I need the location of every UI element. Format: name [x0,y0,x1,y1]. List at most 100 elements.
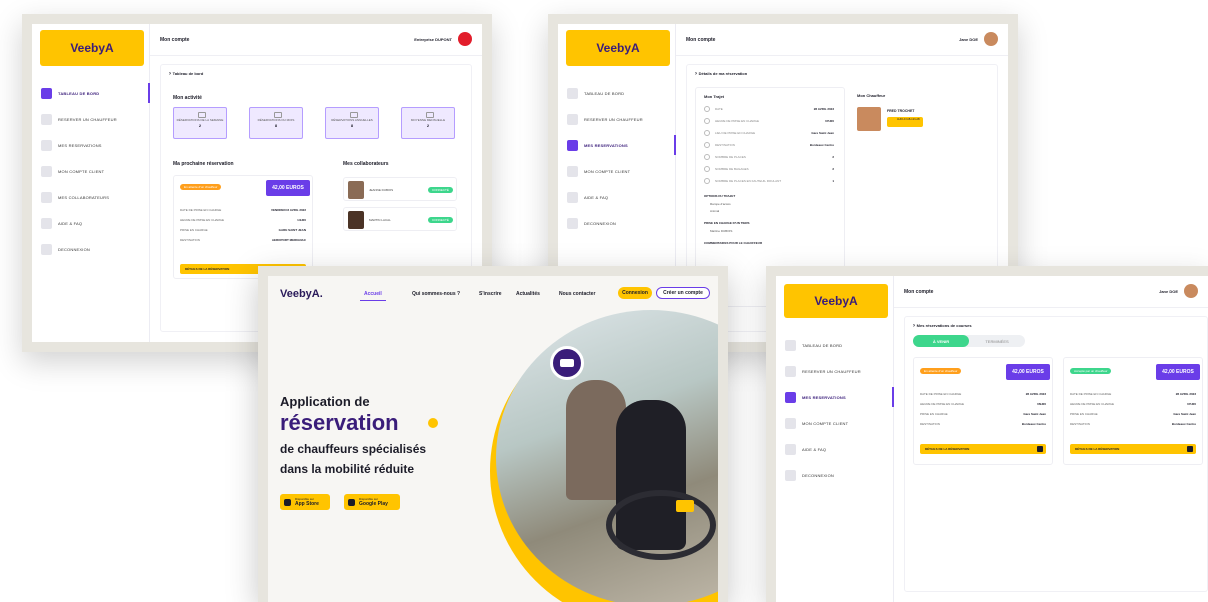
calendar-icon [567,139,578,151]
create-account-button[interactable]: Créer un compte [656,287,710,299]
pin-icon [704,130,710,136]
next-reservation-title: Ma prochaine réservation [173,161,234,167]
nav-signup[interactable]: S'inscrire [479,291,502,297]
logo[interactable]: VeebyA [784,284,888,318]
sidebar-item-book-driver[interactable]: RESERVER UN CHAUFFEUR [32,106,149,132]
driver-name: FRED TROCHET [887,109,915,113]
sidebar-item-dashboard[interactable]: TABLEAU DE BORD [558,80,675,106]
logout-icon [567,217,578,229]
page-title: Mon compte [160,37,190,43]
logo[interactable]: VeebyA. [280,288,323,300]
page-title: Mon compte [904,289,934,295]
user-icon [785,417,796,429]
collaborator-item[interactable]: MARTIN LACAL CONNECTÉ [343,207,457,231]
breadcrumb[interactable]: Tableau de bord [169,71,204,77]
sidebar-item-help[interactable]: AIDE & FAQ [558,184,675,210]
detail-row: PRISE EN CHARGE Gare Saint Jean [920,412,1046,416]
hero-line-2: réservation [280,410,399,435]
stat-average: MOYENNE MENSUELLE 2 [401,107,455,139]
driver-title: Mon Chauffeur [857,93,886,98]
user-icon [567,165,578,177]
sidebar-item-help[interactable]: AIDE & FAQ [32,210,149,236]
page-title: Mon compte [686,37,716,43]
avatar[interactable] [458,32,472,46]
login-button[interactable]: Connexion [618,287,652,299]
sidebar-item-reservations[interactable]: MES RESERVATIONS [558,132,676,158]
logout-icon [785,469,796,481]
sidebar-item-dashboard[interactable]: TABLEAU DE BORD [32,80,150,106]
tabs: À VENIR TERMINÉES [913,335,1025,347]
tab-upcoming[interactable]: À VENIR [913,335,969,347]
reservation-card: En attente d'un chauffeur 42,00 EUROS DA… [913,357,1053,465]
logo[interactable]: VeebyA [40,30,144,66]
detail-row: DESTINATION Bordeaux Centre [920,422,1046,426]
sidebar-item-account[interactable]: MON COMPTE CLIENT [558,158,675,184]
google-play-button[interactable]: Disponible sur Google Play [344,494,400,510]
sidebar-item-logout[interactable]: DECONNEXION [776,462,893,488]
play-icon [348,498,355,506]
tab-finished[interactable]: TERMINÉES [969,335,1025,347]
calendar-icon [704,106,710,112]
van-icon [550,346,584,380]
option-item: Animal [710,209,720,213]
detail-row: PRISE EN CHARGE GARE SAINT JEAN [180,228,306,232]
sidebar-item-logout[interactable]: DECONNEXION [32,236,149,262]
user-name[interactable]: Entreprise DUPONT [414,37,452,42]
breadcrumb[interactable]: Détails de ma réservation [695,71,747,77]
detail-row: DATE 28 AVRIL 2023 [704,104,834,114]
reservation-details-button[interactable]: DÉTAILS DE LA RÉSERVATION [1070,444,1196,454]
nav-contact[interactable]: Nous contacter [559,291,595,297]
landing-screen: VeebyA. Accueil Qui sommes-nous ? S'insc… [258,266,728,602]
third-party-name: Martine DUBOIS [710,229,733,233]
sidebar: VeebyA TABLEAU DE BORD RESERVER UN CHAUF… [776,276,894,602]
app-store-button[interactable]: Disponible sur App Store [280,494,330,510]
activity-title: Mon activité [173,95,202,101]
nav-news[interactable]: Actualités [516,291,540,297]
sidebar-item-collaborators[interactable]: MES COLLABORATEURS [32,184,149,210]
third-party-title: PRISE EN CHARGE D'UN TIERS [704,221,750,225]
car-icon [41,113,52,125]
user-name[interactable]: Jane DOE [959,37,978,42]
dashboard-icon [785,339,796,351]
nav-home[interactable]: Accueil [360,291,386,301]
breadcrumb[interactable]: Mes réservations de courses [913,323,972,329]
trip-title: Mon Trajet [704,94,725,99]
reservation-details-button[interactable]: DÉTAILS DE LA RÉSERVATION [920,444,1046,454]
stat-month: RÉSERVATIONS DU MOIS 8 [249,107,303,139]
sidebar-item-account[interactable]: MON COMPTE CLIENT [776,410,893,436]
main-panel: Mes réservations de courses À VENIR TERM… [904,316,1208,592]
header: Mon compte Jane DOE [894,276,1208,308]
sidebar-item-logout[interactable]: DECONNEXION [558,210,675,236]
nav-about[interactable]: Qui sommes-nous ? [412,291,460,297]
avatar[interactable] [984,32,998,46]
sidebar-item-book-driver[interactable]: RESERVER UN CHAUFFEUR [558,106,675,132]
sidebar-item-help[interactable]: AIDE & FAQ [776,436,893,462]
sidebar-item-dashboard[interactable]: TABLEAU DE BORD [776,332,893,358]
wheelchair-icon [704,178,710,184]
sidebar-item-reservations[interactable]: MES RESERVATIONS [32,132,149,158]
logo[interactable]: VeebyA [566,30,670,66]
calendar-icon [785,391,796,403]
collaborator-item[interactable]: JEANNE DUBOIS CONNECTÉ [343,177,457,201]
detail-row: NOMBRE DE PLACES 2 [704,152,834,162]
status-badge: Accepté par un chauffeur [1070,368,1112,374]
clock-icon [704,118,710,124]
sidebar: VeebyA TABLEAU DE BORD RESERVER UN CHAUF… [32,24,150,342]
sidebar-item-account[interactable]: MON COMPTE CLIENT [32,158,149,184]
vehicle-badge: AUDI A3 AB-123-AB [887,117,923,127]
luggage-icon [704,166,710,172]
help-icon [41,217,52,229]
sidebar-item-book-driver[interactable]: RESERVER UN CHAUFFEUR [776,358,893,384]
detail-row: NOMBRE DE PLACES EN FAUTEUIL ROULANT 1 [704,176,834,186]
status-badge: CONNECTÉ [428,217,453,223]
options-title: OPTIONS DU TRAJET [704,194,736,198]
avatar [348,211,364,229]
logout-icon [41,243,52,255]
user-icon [41,165,52,177]
reservation-card: Accepté par un chauffeur 42,00 EUROS DAT… [1063,357,1203,465]
user-name[interactable]: Jane DOE [1159,289,1178,294]
avatar[interactable] [1184,284,1198,298]
flag-icon [704,142,710,148]
sidebar-item-reservations[interactable]: MES RESERVATIONS [776,384,894,410]
users-icon [41,191,52,203]
